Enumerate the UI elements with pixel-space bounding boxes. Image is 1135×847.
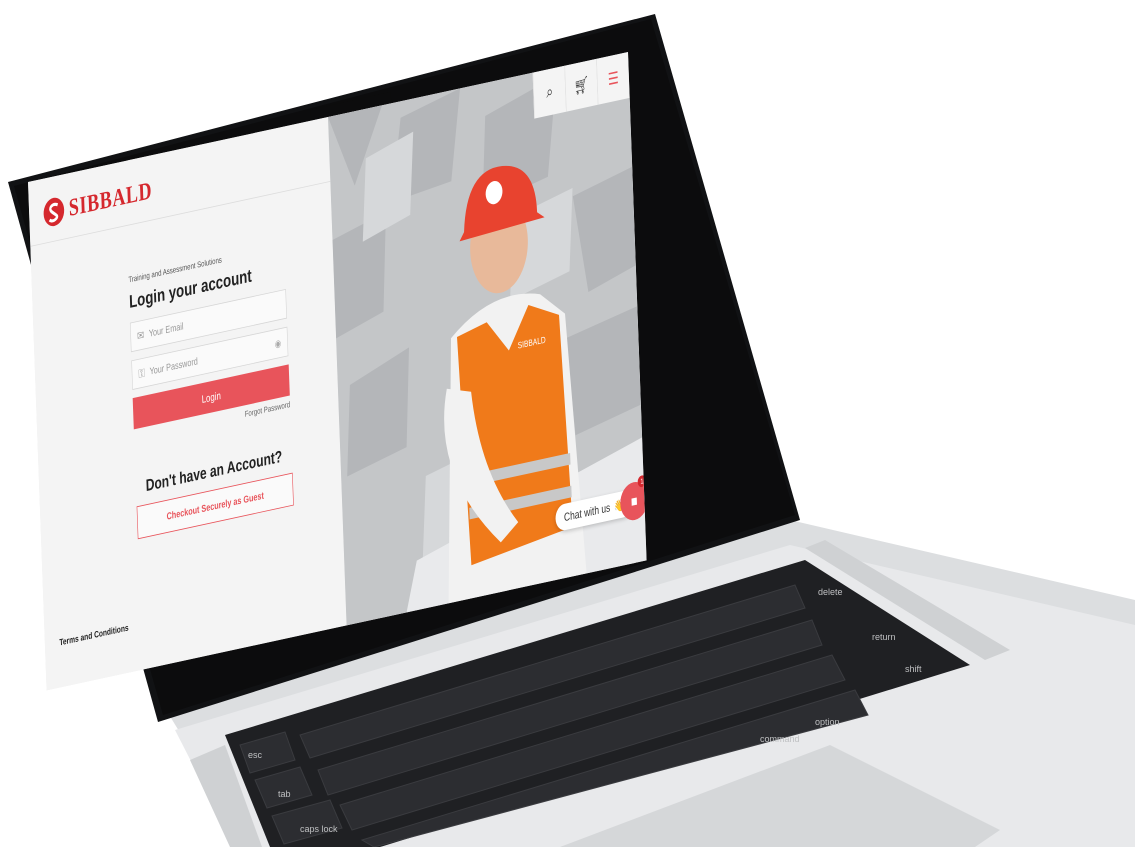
password-placeholder: Your Password [149, 355, 199, 378]
chat-bubble-icon: ■ [630, 491, 638, 510]
sibbald-logo-icon [43, 197, 65, 227]
hero-image: SIBBALD ⌕ 🛒︎ ☰ Chat with us 👋 ■ 1 [328, 52, 647, 626]
cart-icon[interactable]: 🛒︎ [564, 58, 598, 112]
mail-icon: ✉ [136, 327, 145, 343]
terms-link[interactable]: Terms and Conditions [59, 623, 129, 648]
laptop-mockup: SIBBALD Training and Assessment Solution… [0, 0, 1135, 847]
worker-photo: SIBBALD [328, 52, 647, 626]
menu-icon[interactable]: ☰ [596, 52, 630, 105]
search-icon[interactable]: ⌕ [532, 65, 567, 119]
login-panel: SIBBALD Training and Assessment Solution… [28, 117, 347, 691]
brand-logo[interactable]: SIBBALD [42, 175, 153, 230]
key-icon: ⚿ [138, 365, 146, 380]
email-placeholder: Your Email [148, 320, 184, 340]
show-password-icon[interactable]: ◉ [275, 337, 282, 350]
chat-label: Chat with us [563, 500, 611, 524]
login-form: Training and Assessment Solutions Login … [128, 242, 294, 540]
brand-name: SIBBALD [68, 176, 153, 222]
